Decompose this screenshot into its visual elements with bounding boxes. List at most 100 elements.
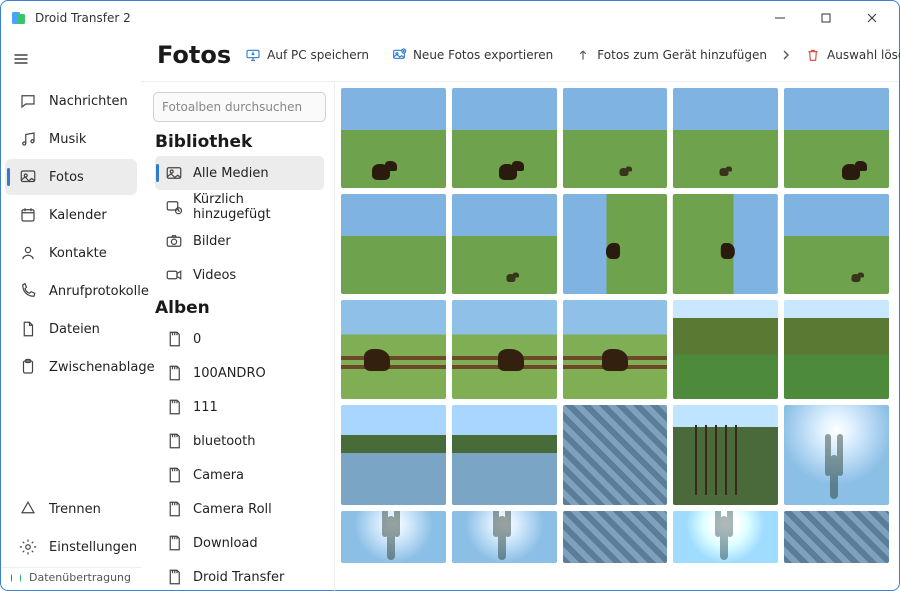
photo-thumbnail[interactable] <box>673 300 778 400</box>
album-label: Camera <box>193 468 244 483</box>
photo-thumbnail[interactable] <box>784 511 889 563</box>
album-label: Camera Roll <box>193 502 272 517</box>
album-item[interactable]: Droid Transfer <box>155 560 324 591</box>
tool-delete-selection[interactable]: Auswahl löschen <box>797 39 900 71</box>
nav-item-contacts[interactable]: Kontakte <box>5 235 137 271</box>
nav-item-messages[interactable]: Nachrichten <box>5 83 137 119</box>
nav-item-calllogs[interactable]: Anrufprotokolle <box>5 273 137 309</box>
photo-thumbnail[interactable] <box>563 194 668 294</box>
nav-label: Nachrichten <box>49 94 128 109</box>
trash-icon <box>805 47 821 63</box>
album-item[interactable]: 111 <box>155 390 324 424</box>
sdcard-icon <box>165 364 183 382</box>
photo-thumbnail[interactable] <box>452 88 557 188</box>
upload-icon <box>575 47 591 63</box>
sdcard-icon <box>165 500 183 518</box>
photo-thumbnail[interactable] <box>452 405 557 505</box>
nav-item-clipboard[interactable]: Zwischenablage <box>5 349 137 385</box>
album-label: 111 <box>193 400 218 415</box>
album-item[interactable]: Camera Roll <box>155 492 324 526</box>
status-text: Datenübertragung <box>29 571 131 584</box>
photo-thumbnail[interactable] <box>452 194 557 294</box>
photo-thumbnail[interactable] <box>673 194 778 294</box>
message-icon <box>19 92 37 110</box>
photo-thumbnail[interactable] <box>563 300 668 400</box>
clipboard-icon <box>19 358 37 376</box>
app-icon <box>11 10 27 26</box>
library-label: Kürzlich hinzugefügt <box>193 192 318 222</box>
nav-label: Kontakte <box>49 246 107 261</box>
album-item[interactable]: bluetooth <box>155 424 324 458</box>
album-item[interactable]: Camera <box>155 458 324 492</box>
nav-item-settings[interactable]: Einstellungen <box>5 529 137 565</box>
window-minimize-button[interactable] <box>757 2 803 34</box>
library-item-videos[interactable]: Videos <box>155 258 324 292</box>
album-item[interactable]: 100ANDRO <box>155 356 324 390</box>
tool-save-pc[interactable]: Auf PC speichern <box>237 39 377 71</box>
primary-nav: Nachrichten Musik Fotos Kalender Kontakt… <box>1 35 141 591</box>
photo-thumbnail[interactable] <box>452 511 557 563</box>
window-close-button[interactable] <box>849 2 895 34</box>
tool-label: Auswahl löschen <box>827 48 900 62</box>
library-item-images[interactable]: Bilder <box>155 224 324 258</box>
tool-label: Fotos zum Gerät hinzufügen <box>597 48 767 62</box>
album-label: 100ANDRO <box>193 366 266 381</box>
album-item[interactable]: 0 <box>155 322 324 356</box>
photo-thumbnail[interactable] <box>341 194 446 294</box>
photo-thumbnail[interactable] <box>341 405 446 505</box>
status-dot-red <box>11 574 12 582</box>
tool-add-to-device[interactable]: Fotos zum Gerät hinzufügen <box>567 39 775 71</box>
photo-thumbnail[interactable] <box>673 88 778 188</box>
photo-thumbnail[interactable] <box>341 88 446 188</box>
hamburger-button[interactable] <box>1 41 41 77</box>
library-item-recent[interactable]: Kürzlich hinzugefügt <box>155 190 324 224</box>
nav-item-files[interactable]: Dateien <box>5 311 137 347</box>
camera-icon <box>165 232 183 250</box>
photo-thumbnail[interactable] <box>784 300 889 400</box>
photo-thumbnail[interactable] <box>563 511 668 563</box>
photo-thumbnail[interactable] <box>673 405 778 505</box>
file-icon <box>19 320 37 338</box>
photo-thumbnail[interactable] <box>784 194 889 294</box>
photo-thumbnail[interactable] <box>784 88 889 188</box>
export-icon <box>391 47 407 63</box>
video-icon <box>165 266 183 284</box>
nav-item-disconnect[interactable]: Trennen <box>5 491 137 527</box>
toolbar-overflow[interactable] <box>781 39 791 71</box>
section-library-title: Bibliothek <box>155 132 326 152</box>
album-label: 0 <box>193 332 201 347</box>
photo-thumbnail[interactable] <box>563 88 668 188</box>
tool-export-new[interactable]: Neue Fotos exportieren <box>383 39 561 71</box>
nav-label: Musik <box>49 132 86 147</box>
nav-label: Trennen <box>49 502 101 517</box>
sdcard-icon <box>165 330 183 348</box>
page-title: Fotos <box>157 41 231 69</box>
photo-thumbnail[interactable] <box>341 300 446 400</box>
library-label: Videos <box>193 268 236 283</box>
calendar-icon <box>19 206 37 224</box>
titlebar: Droid Transfer 2 <box>1 1 899 35</box>
window-title: Droid Transfer 2 <box>35 11 131 25</box>
content: Fotos Auf PC speichern Neue Fotos export… <box>141 35 899 591</box>
sdcard-icon <box>165 568 183 586</box>
photo-thumbnail[interactable] <box>563 405 668 505</box>
nav-item-photos[interactable]: Fotos <box>5 159 137 195</box>
window-maximize-button[interactable] <box>803 2 849 34</box>
album-item[interactable]: Download <box>155 526 324 560</box>
sdcard-icon <box>165 432 183 450</box>
nav-item-calendar[interactable]: Kalender <box>5 197 137 233</box>
section-albums-title: Alben <box>155 298 326 318</box>
photo-thumbnail[interactable] <box>784 405 889 505</box>
album-search-input[interactable]: Fotoalben durchsuchen <box>153 92 326 122</box>
search-placeholder: Fotoalben durchsuchen <box>162 100 302 114</box>
nav-item-music[interactable]: Musik <box>5 121 137 157</box>
library-label: Bilder <box>193 234 231 249</box>
photo-thumbnail[interactable] <box>673 511 778 563</box>
photo-thumbnail[interactable] <box>341 511 446 563</box>
photo-gallery[interactable] <box>335 82 899 591</box>
sdcard-icon <box>165 466 183 484</box>
recent-icon <box>165 198 183 216</box>
album-sidebar: Fotoalben durchsuchen Bibliothek Alle Me… <box>141 82 335 591</box>
library-item-all[interactable]: Alle Medien <box>155 156 324 190</box>
photo-thumbnail[interactable] <box>452 300 557 400</box>
